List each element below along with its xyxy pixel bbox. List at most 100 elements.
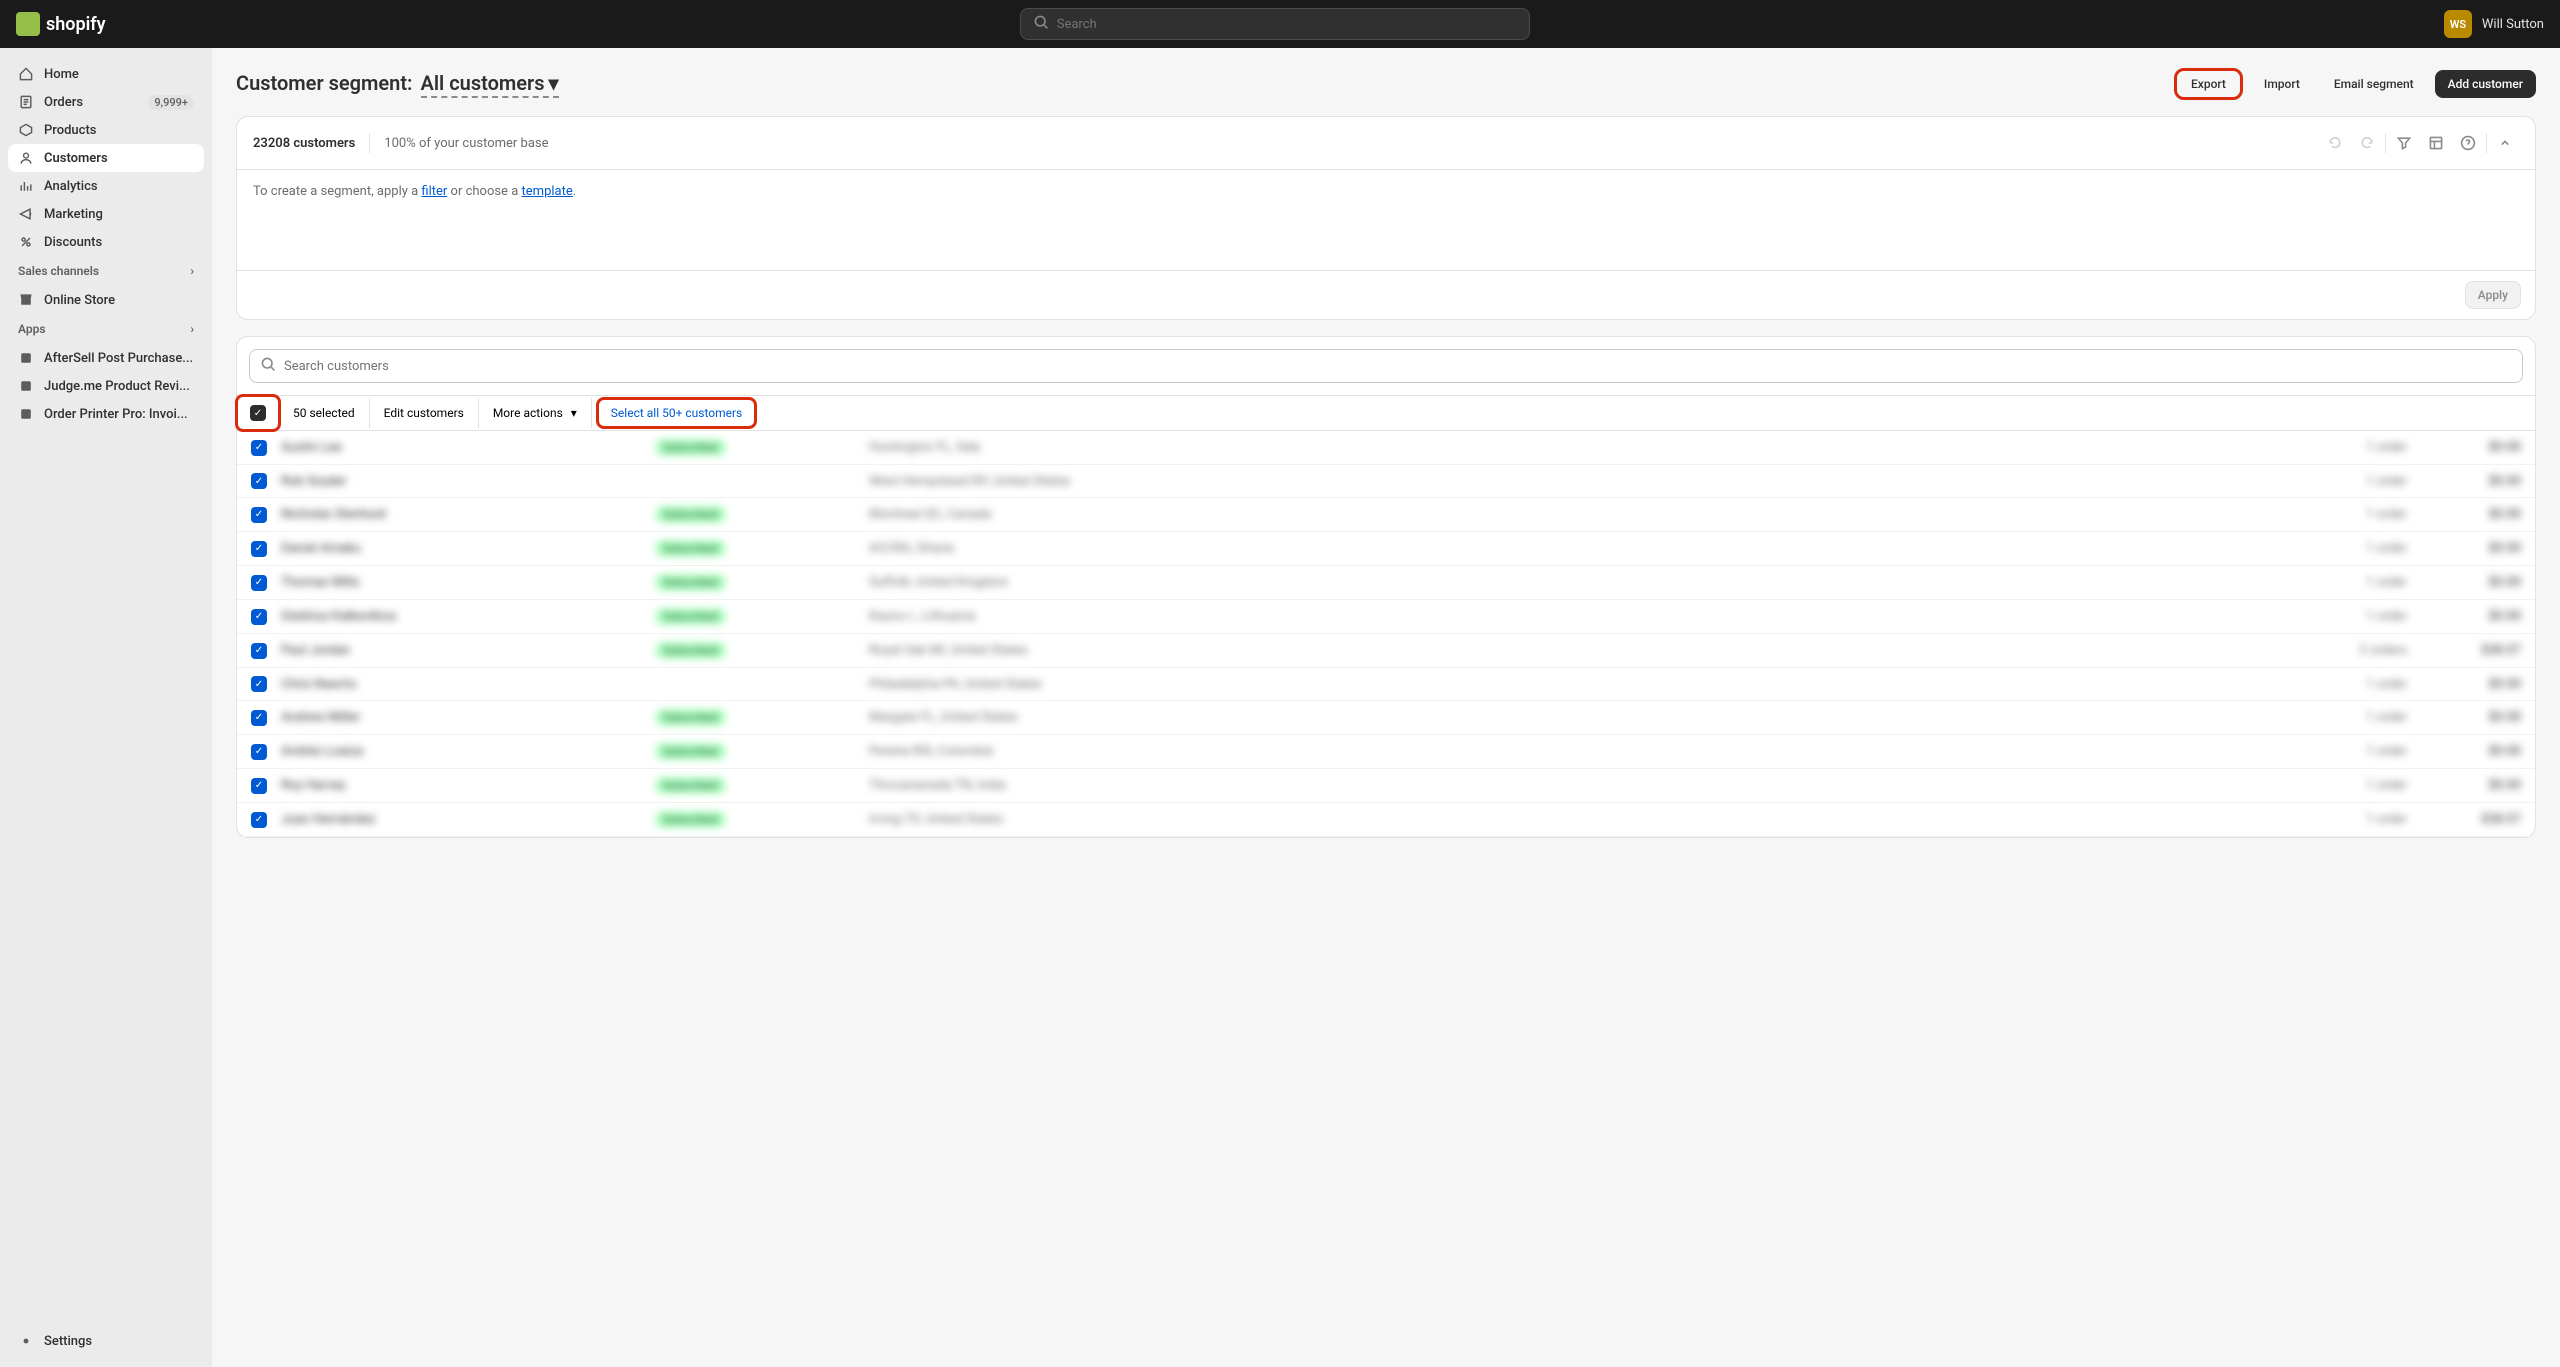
order-count: 1 order: [2307, 474, 2407, 489]
table-row[interactable]: ✓Giedrius KalkevikiusSubscribedKauno r.,…: [237, 600, 2535, 634]
gear-icon: [18, 1333, 34, 1349]
sidebar-item-customers[interactable]: Customers: [8, 144, 204, 172]
apps-header[interactable]: Apps ›: [8, 314, 204, 344]
sidebar-app-item[interactable]: Judge.me Product Revi...: [8, 372, 204, 400]
segment-editor[interactable]: To create a segment, apply a filter or c…: [237, 170, 2535, 270]
row-checkbox[interactable]: ✓: [251, 778, 267, 794]
undo-icon: [2321, 129, 2349, 157]
sidebar-item-home[interactable]: Home: [8, 60, 204, 88]
row-checkbox[interactable]: ✓: [251, 541, 267, 557]
sidebar-item-online-store[interactable]: Online Store: [8, 286, 204, 314]
sidebar-item-marketing[interactable]: Marketing: [8, 200, 204, 228]
amount: $38.07: [2421, 643, 2521, 658]
user-name: Will Sutton: [2482, 17, 2544, 32]
amount: $0.00: [2421, 474, 2521, 489]
status-badge: Subscribed: [655, 540, 726, 557]
badge: 9,999+: [148, 95, 194, 110]
row-checkbox[interactable]: ✓: [251, 575, 267, 591]
status-badge: Subscribed: [655, 642, 726, 659]
customer-name: Giedrius Kalkevikius: [281, 609, 641, 624]
amount: $0.00: [2421, 677, 2521, 692]
customer-location: Kauno r., Lithuania: [869, 609, 2293, 624]
table-row[interactable]: ✓Rob SnyderWest Hempstead NY, United Sta…: [237, 465, 2535, 498]
order-count: 1 order: [2307, 575, 2407, 590]
amount: $0.00: [2421, 575, 2521, 590]
app-icon: [18, 406, 34, 422]
row-checkbox[interactable]: ✓: [251, 609, 267, 625]
analytics-icon: [18, 178, 34, 194]
order-count: 1 order: [2307, 440, 2407, 455]
table-row[interactable]: ✓Austin LeeSubscribedHuntington FL, Ital…: [237, 431, 2535, 465]
table-row[interactable]: ✓ Paul Jordan Subscribed Royal Oak MI, Unit…: [237, 634, 2535, 668]
row-checkbox[interactable]: ✓: [251, 710, 267, 726]
sidebar-item-orders[interactable]: Orders9,999+: [8, 88, 204, 116]
email-segment-button[interactable]: Email segment: [2321, 70, 2427, 98]
sidebar-item-products[interactable]: Products: [8, 116, 204, 144]
customer-location: ACCRA, Ghana: [869, 541, 2293, 556]
status-badge: Subscribed: [655, 743, 726, 760]
row-checkbox[interactable]: ✓: [251, 812, 267, 828]
sales-channels-header[interactable]: Sales channels ›: [8, 256, 204, 286]
table-search[interactable]: [249, 349, 2523, 383]
search-icon: [1033, 14, 1049, 34]
sidebar-item-analytics[interactable]: Analytics: [8, 172, 204, 200]
export-button[interactable]: Export: [2174, 68, 2243, 100]
home-icon: [18, 66, 34, 82]
customer-name: Daniel Amaku: [281, 541, 641, 556]
more-actions-button[interactable]: More actions ▾: [479, 398, 592, 428]
customer-name: Paul Jordan: [281, 643, 641, 658]
row-checkbox[interactable]: ✓: [251, 744, 267, 760]
table-search-input[interactable]: [284, 359, 2512, 374]
customer-name: Andrés Loaiza: [281, 744, 641, 759]
store-icon: [18, 292, 34, 308]
order-count: 1 order: [2307, 744, 2407, 759]
filter-icon[interactable]: [2390, 129, 2418, 157]
segment-selector[interactable]: All customers ▾: [421, 71, 559, 98]
row-checkbox[interactable]: ✓: [251, 440, 267, 456]
app-icon: [18, 350, 34, 366]
search-input[interactable]: [1057, 17, 1517, 32]
user-menu[interactable]: WS Will Sutton: [2444, 10, 2544, 38]
customer-name: Chris Nawrto: [281, 677, 641, 692]
table-row[interactable]: ✓Roy HarveySubscribedThruvananada TN, In…: [237, 769, 2535, 803]
row-checkbox[interactable]: ✓: [251, 473, 267, 489]
edit-customers-button[interactable]: Edit customers: [370, 398, 479, 428]
customer-location: Royal Oak MI, United States: [869, 643, 2293, 658]
table-row[interactable]: ✓Juan HernándezSubscribedIrving TX, Unit…: [237, 803, 2535, 837]
select-all-50plus-button[interactable]: Select all 50+ customers: [596, 397, 757, 429]
add-customer-button[interactable]: Add customer: [2435, 70, 2536, 98]
select-all-checkbox[interactable]: ✓: [235, 394, 281, 432]
table-row[interactable]: ✓Daniel AmakuSubscribedACCRA, Ghana1 ord…: [237, 532, 2535, 566]
sidebar: HomeOrders9,999+ProductsCustomersAnalyti…: [0, 48, 212, 1367]
sidebar-item-settings[interactable]: Settings: [8, 1327, 204, 1355]
table-row[interactable]: ✓Andrew MillerSubscribedMargate FL, Unit…: [237, 701, 2535, 735]
template-link[interactable]: template: [522, 184, 573, 199]
row-checkbox[interactable]: ✓: [251, 643, 267, 659]
caret-down-icon: ▾: [571, 406, 577, 420]
apply-button: Apply: [2465, 281, 2521, 309]
discounts-icon: [18, 234, 34, 250]
table-row[interactable]: ✓ Chris Nawrto Philadelphia PA, United Sta…: [237, 668, 2535, 701]
logo[interactable]: shopify: [16, 12, 106, 36]
sidebar-app-item[interactable]: Order Printer Pro: Invoi...: [8, 400, 204, 428]
sidebar-app-item[interactable]: AfterSell Post Purchase...: [8, 344, 204, 372]
customer-location: Irving TX, United States: [869, 812, 2293, 827]
collapse-icon[interactable]: [2491, 129, 2519, 157]
row-checkbox[interactable]: ✓: [251, 676, 267, 692]
selected-count: 50 selected: [279, 398, 370, 428]
import-button[interactable]: Import: [2251, 70, 2313, 98]
table-row[interactable]: ✓Andrés LoaizaSubscribedPereira RIS, Col…: [237, 735, 2535, 769]
filter-link[interactable]: filter: [421, 184, 447, 199]
row-checkbox[interactable]: ✓: [251, 507, 267, 523]
help-icon[interactable]: [2454, 129, 2482, 157]
customer-name: Roy Harvey: [281, 778, 641, 793]
global-search[interactable]: [1020, 8, 1530, 40]
table-row[interactable]: ✓Nicholas StenhuidSubscribedMontreal QC,…: [237, 498, 2535, 532]
status-badge: Subscribed: [655, 709, 726, 726]
customer-location: Philadelphia PA, United States: [869, 677, 2293, 692]
amount: $0.00: [2421, 609, 2521, 624]
table-row[interactable]: ✓Thomas MillsSubscribedSuffolk, United K…: [237, 566, 2535, 600]
customer-name: Austin Lee: [281, 440, 641, 455]
sidebar-item-discounts[interactable]: Discounts: [8, 228, 204, 256]
template-icon[interactable]: [2422, 129, 2450, 157]
